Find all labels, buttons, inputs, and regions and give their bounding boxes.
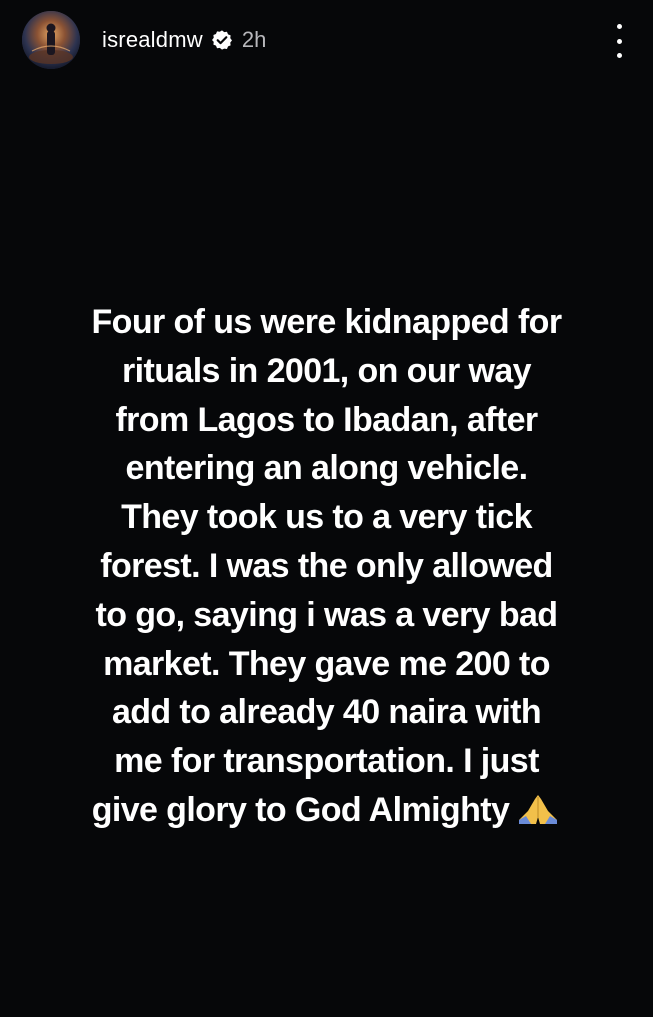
story-header: isrealdmw 2h (22, 10, 629, 70)
story-text-line: entering an along vehicle. (125, 449, 529, 488)
verified-badge-icon (211, 30, 232, 50)
story-text-line: forest. I was the only allowed (100, 546, 553, 585)
story-text-line: Four of us were kidnapped for (91, 303, 563, 341)
story-text-line: market. They gave me 200 to (103, 644, 550, 683)
more-dot (616, 53, 622, 58)
story-text: Four of us were kidnapped for rituals in… (30, 298, 623, 835)
more-dot (616, 24, 622, 29)
story-text-line: rituals in 2001, on our way (122, 351, 532, 390)
avatar[interactable] (22, 11, 80, 69)
avatar-image (22, 11, 80, 69)
folded-hands-icon (519, 794, 558, 824)
more-options-icon[interactable] (609, 24, 629, 58)
story-viewer: isrealdmw 2h Four of us were kidnapped f… (0, 0, 653, 1017)
story-text-line: They took us to a very tick (121, 498, 532, 537)
story-text-line: from Lagos to Ibadan, after (115, 400, 538, 439)
more-dot (616, 38, 622, 44)
story-text-line: add to already 40 naira with (111, 693, 542, 732)
story-timestamp: 2h (241, 27, 267, 52)
username[interactable]: isrealdmw (102, 27, 203, 53)
story-text-line-last: give glory to God Almighty (30, 786, 623, 835)
story-text-line: to go, saying i was a very bad (95, 595, 559, 634)
story-text-line: give glory to God Almighty (91, 790, 510, 829)
story-text-line: me for transportation. I just (114, 742, 539, 781)
